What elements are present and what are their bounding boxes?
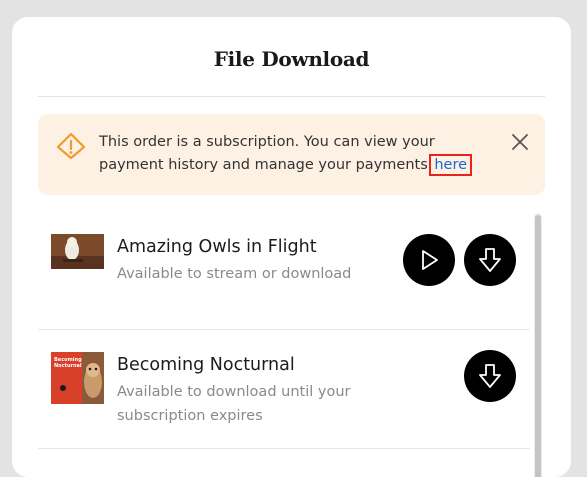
download-icon bbox=[479, 248, 501, 272]
item-title: Amazing Owls in Flight bbox=[117, 237, 317, 257]
close-icon[interactable] bbox=[511, 133, 529, 151]
download-list: Amazing Owls in Flight Available to stre… bbox=[38, 213, 530, 477]
download-icon bbox=[479, 364, 501, 388]
list-item: Amazing Owls in Flight Available to stre… bbox=[38, 213, 530, 330]
book-cover-thumbnail: Becoming Nocturnal bbox=[51, 352, 104, 404]
file-download-dialog: File Download This order is a subscripti… bbox=[12, 17, 571, 477]
download-button[interactable] bbox=[464, 234, 516, 286]
item-title: Becoming Nocturnal bbox=[117, 355, 295, 375]
item-subtitle: Available to stream or download bbox=[117, 266, 352, 282]
download-button[interactable] bbox=[464, 350, 516, 402]
subscription-alert: This order is a subscription. You can vi… bbox=[38, 114, 545, 195]
payment-history-link[interactable]: here bbox=[429, 154, 473, 176]
title-divider bbox=[38, 96, 545, 97]
scrollbar-thumb[interactable] bbox=[535, 215, 541, 477]
dialog-title: File Download bbox=[213, 47, 370, 71]
item-subtitle: Available to download until your subscri… bbox=[117, 384, 351, 424]
cover-title-line-2: Nocturnal bbox=[54, 363, 82, 369]
owl-thumbnail bbox=[51, 234, 104, 269]
play-button[interactable] bbox=[403, 234, 455, 286]
list-scrollbar[interactable] bbox=[534, 213, 542, 477]
alert-message-text: This order is a subscription. You can vi… bbox=[99, 134, 435, 173]
alert-message: This order is a subscription. You can vi… bbox=[99, 131, 479, 177]
play-icon bbox=[422, 250, 438, 270]
warning-icon bbox=[56, 132, 86, 160]
list-item: Becoming Nocturnal Becoming Nocturnal Av… bbox=[38, 331, 530, 449]
